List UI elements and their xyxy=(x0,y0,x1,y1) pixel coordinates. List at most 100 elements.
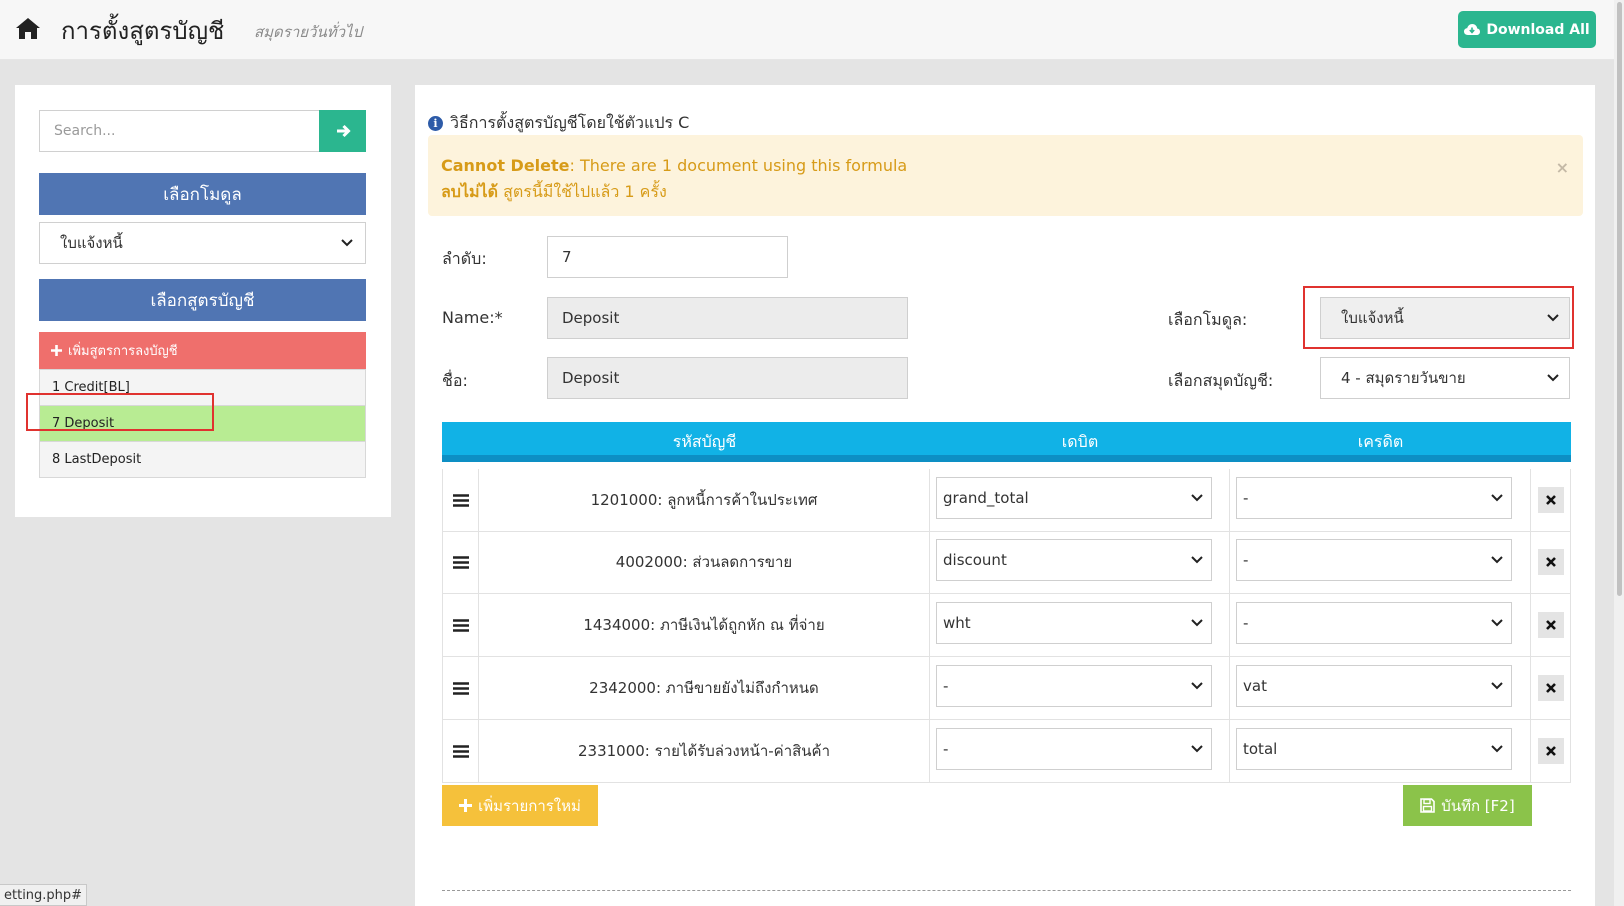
journal-select-value: 4 - สมุดรายวันขาย xyxy=(1341,369,1466,387)
add-row-button[interactable]: เพิ่มรายการใหม่ xyxy=(442,785,598,826)
add-formula-label: เพิ่มสูตรการลงบัญชี xyxy=(68,344,178,359)
debit-value: discount xyxy=(943,551,1007,569)
credit-value: total xyxy=(1243,740,1278,758)
chevron-down-icon xyxy=(1191,556,1203,564)
chevron-down-icon xyxy=(1491,494,1503,502)
delete-row-button[interactable] xyxy=(1537,612,1564,638)
formula-editor: i วิธีการตั้งสูตรบัญชีโดยใช้ตัวแปร C Can… xyxy=(415,85,1595,906)
credit-value: - xyxy=(1243,551,1249,569)
debit-select[interactable]: - xyxy=(936,728,1212,770)
delete-row-button[interactable] xyxy=(1537,549,1564,575)
delete-cell xyxy=(1531,531,1571,593)
table-row: 1201000: ลูกหนี้การค้าในประเทศ grand_tot… xyxy=(442,469,1571,532)
highlight-box xyxy=(26,393,214,431)
debit-select[interactable]: - xyxy=(936,665,1212,707)
highlight-box xyxy=(1303,286,1574,349)
save-button[interactable]: บันทึก [F2] xyxy=(1403,785,1532,826)
debit-select[interactable]: wht xyxy=(936,602,1212,644)
close-icon xyxy=(1545,746,1556,756)
credit-cell: - xyxy=(1230,594,1531,656)
formula-item[interactable]: 8 LastDeposit xyxy=(39,441,366,478)
page-subtitle: สมุดรายวันทั่วไป xyxy=(254,23,363,41)
credit-select[interactable]: - xyxy=(1236,602,1512,644)
close-icon xyxy=(1545,495,1556,505)
chevron-down-icon xyxy=(1491,619,1503,627)
search-button[interactable] xyxy=(319,110,366,152)
drag-handle-icon[interactable] xyxy=(442,720,479,782)
drag-handle-icon[interactable] xyxy=(442,469,479,531)
journal-label: เลือกสมุดบัญชี: xyxy=(1168,371,1274,390)
table-row: 2342000: ภาษีขายยังไม่ถึงกำหนด - vat xyxy=(442,657,1571,720)
drag-handle-icon[interactable] xyxy=(442,594,479,656)
chevron-down-icon xyxy=(1191,745,1203,753)
drag-handle-icon[interactable] xyxy=(442,657,479,719)
help-text: วิธีการตั้งสูตรบัญชีโดยใช้ตัวแปร C xyxy=(450,113,690,132)
sidebar-module-select[interactable]: ใบแจ้งหนี้ xyxy=(39,222,366,264)
home-icon[interactable] xyxy=(15,15,41,41)
search-input[interactable] xyxy=(39,110,319,152)
close-icon[interactable]: × xyxy=(1556,155,1569,181)
alert-message: : There are 1 document using this formul… xyxy=(569,156,908,175)
delete-cell xyxy=(1531,657,1571,719)
name-input[interactable]: Deposit xyxy=(547,297,908,339)
help-link[interactable]: i วิธีการตั้งสูตรบัญชีโดยใช้ตัวแปร C xyxy=(428,111,689,136)
alert-title: Cannot Delete xyxy=(441,156,570,175)
warning-alert: Cannot Delete: There are 1 document usin… xyxy=(428,135,1583,216)
scrollbar-thumb[interactable] xyxy=(1617,2,1622,596)
add-row-label: เพิ่มรายการใหม่ xyxy=(478,796,581,815)
credit-select[interactable]: vat xyxy=(1236,665,1512,707)
account-column-header: รหัสบัญชี xyxy=(672,431,737,451)
debit-select[interactable]: discount xyxy=(936,539,1212,581)
arrow-right-icon xyxy=(336,124,351,138)
debit-value: - xyxy=(943,677,949,695)
plus-icon xyxy=(459,799,473,812)
drag-handle-icon[interactable] xyxy=(442,531,479,593)
debit-select[interactable]: grand_total xyxy=(936,477,1212,519)
download-all-label: Download All xyxy=(1486,21,1590,38)
credit-select[interactable]: - xyxy=(1236,539,1512,581)
alert-message-thai: สูตรนี้มีใช้ไปแล้ว 1 ครั้ง xyxy=(498,182,667,201)
divider xyxy=(442,890,1571,891)
chevron-down-icon xyxy=(1491,682,1503,690)
delete-cell xyxy=(1531,720,1571,782)
credit-value: - xyxy=(1243,614,1249,632)
plus-icon xyxy=(51,345,62,356)
formula-table-header: รหัสบัญชี เดบิต เครดิต xyxy=(442,422,1571,462)
delete-row-button[interactable] xyxy=(1537,738,1564,764)
credit-select[interactable]: - xyxy=(1236,477,1512,519)
credit-cell: - xyxy=(1230,531,1531,593)
debit-cell: - xyxy=(930,720,1230,782)
cloud-download-icon xyxy=(1464,23,1481,35)
chevron-down-icon xyxy=(1191,682,1203,690)
account-cell: 1201000: ลูกหนี้การค้าในประเทศ xyxy=(479,469,930,531)
credit-cell: total xyxy=(1230,720,1531,782)
account-cell: 2342000: ภาษีขายยังไม่ถึงกำหนด xyxy=(479,657,930,719)
add-formula-button[interactable]: เพิ่มสูตรการลงบัญชี xyxy=(39,332,366,369)
table-row: 4002000: ส่วนลดการขาย discount - xyxy=(442,531,1571,594)
close-icon xyxy=(1545,557,1556,567)
credit-value: vat xyxy=(1243,677,1267,695)
debit-cell: wht xyxy=(930,594,1230,656)
close-icon xyxy=(1545,620,1556,630)
debit-value: - xyxy=(943,740,949,758)
order-input[interactable]: 7 xyxy=(547,236,788,278)
account-cell: 4002000: ส่วนลดการขาย xyxy=(479,531,930,593)
credit-select[interactable]: total xyxy=(1236,728,1512,770)
download-all-button[interactable]: Download All xyxy=(1458,11,1596,48)
alert-title-thai: ลบไม่ได้ xyxy=(441,182,498,201)
top-bar: การตั้งสูตรบัญชี สมุดรายวันทั่วไป Downlo… xyxy=(0,0,1624,60)
chevron-down-icon xyxy=(1491,745,1503,753)
debit-value: wht xyxy=(943,614,971,632)
delete-row-button[interactable] xyxy=(1537,675,1564,701)
credit-value: - xyxy=(1243,489,1249,507)
status-bar-url: etting.php# xyxy=(0,884,88,906)
journal-select[interactable]: 4 - สมุดรายวันขาย xyxy=(1320,357,1570,399)
module-label: เลือกโมดูล: xyxy=(1168,310,1248,329)
delete-row-button[interactable] xyxy=(1537,487,1564,513)
credit-cell: - xyxy=(1230,469,1531,531)
info-icon: i xyxy=(428,116,443,131)
thai-name-input[interactable]: Deposit xyxy=(547,357,908,399)
debit-cell: grand_total xyxy=(930,469,1230,531)
debit-value: grand_total xyxy=(943,489,1029,507)
delete-cell xyxy=(1531,469,1571,531)
